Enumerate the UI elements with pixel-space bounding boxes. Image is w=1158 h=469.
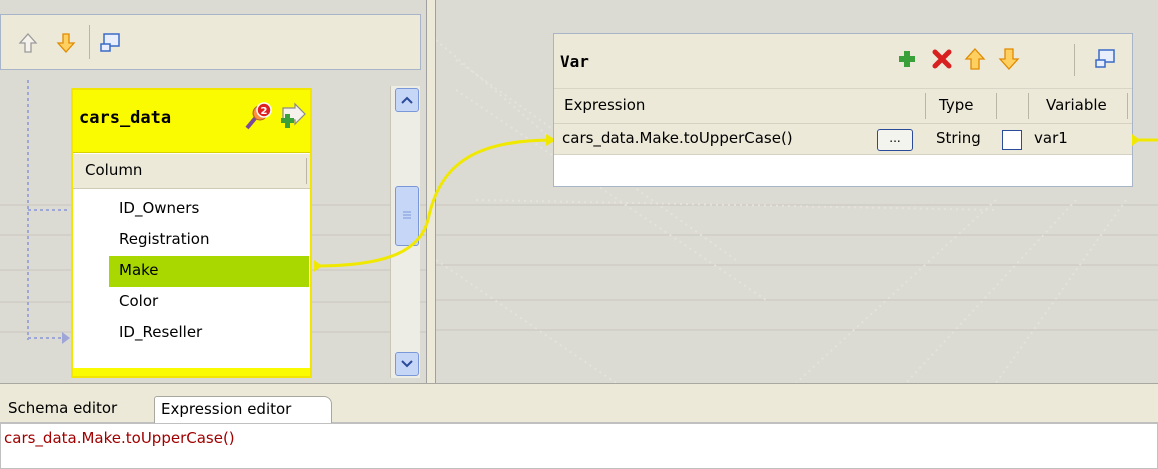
var-table-titlebar: Var bbox=[554, 34, 1132, 88]
expression-builder-button[interactable]: ... bbox=[877, 129, 913, 151]
nullable-checkbox[interactable] bbox=[1002, 130, 1022, 150]
scroll-down-button[interactable] bbox=[395, 352, 419, 376]
column-name: ID_Reseller bbox=[119, 323, 203, 341]
column-row[interactable]: Registration bbox=[73, 225, 310, 256]
tab-schema-editor[interactable]: Schema editor bbox=[2, 396, 154, 424]
variable-header: Variable bbox=[1046, 96, 1107, 114]
mapping-link bbox=[313, 134, 556, 272]
tab-expression-editor[interactable]: Expression editor bbox=[154, 396, 332, 424]
column-row[interactable]: ID_Reseller bbox=[73, 318, 310, 349]
type-cell[interactable]: String bbox=[936, 129, 981, 147]
minimize-window-icon[interactable] bbox=[1094, 48, 1116, 70]
move-up-button[interactable] bbox=[15, 29, 41, 57]
toolbar-separator bbox=[1074, 44, 1075, 76]
scroll-up-button[interactable] bbox=[395, 88, 419, 112]
filter-icon[interactable]: 2 bbox=[243, 102, 273, 132]
column-name: Make bbox=[119, 261, 159, 279]
expression-editor[interactable]: cars_data.Make.toUpperCase() bbox=[0, 423, 1158, 469]
var-row[interactable]: cars_data.Make.toUpperCase() ... String … bbox=[554, 123, 1132, 155]
header-separator bbox=[925, 93, 926, 119]
input-table-header: cars_data 2 bbox=[73, 90, 310, 153]
delete-icon[interactable] bbox=[931, 48, 953, 70]
add-icon[interactable] bbox=[896, 48, 918, 70]
minimize-window-icon bbox=[100, 33, 120, 52]
expression-editor-text[interactable]: cars_data.Make.toUpperCase() bbox=[4, 429, 235, 447]
outgoing-link bbox=[1132, 134, 1158, 146]
column-name: Registration bbox=[119, 230, 210, 248]
input-table: cars_data 2 Column ID_Owners Registratio… bbox=[71, 88, 312, 378]
column-header: Column bbox=[73, 154, 310, 189]
arrow-up-icon bbox=[18, 33, 38, 53]
input-table-footer bbox=[73, 368, 310, 376]
chevron-up-icon bbox=[401, 96, 413, 104]
column-name: Color bbox=[119, 292, 159, 310]
input-table-title: cars_data bbox=[79, 108, 172, 128]
arrow-down-icon[interactable] bbox=[998, 47, 1020, 71]
column-row-selected[interactable]: Make bbox=[109, 256, 309, 287]
input-toolbar bbox=[0, 14, 421, 70]
header-separator bbox=[996, 93, 997, 119]
filter-badge: 2 bbox=[261, 106, 268, 117]
toolbar-separator bbox=[89, 25, 90, 59]
var-table-headers: Expression Type Variable bbox=[554, 88, 1132, 123]
variable-cell[interactable]: var1 bbox=[1034, 129, 1068, 147]
arrow-up-icon[interactable] bbox=[964, 47, 986, 71]
minimize-button[interactable] bbox=[97, 29, 123, 57]
column-header-label: Column bbox=[85, 161, 143, 179]
expression-header: Expression bbox=[564, 96, 646, 114]
header-separator bbox=[1127, 93, 1128, 119]
var-table: Var Expression Type Variable cars_data.M… bbox=[553, 33, 1133, 187]
move-down-button[interactable] bbox=[53, 29, 79, 57]
column-row[interactable]: Color bbox=[73, 287, 310, 318]
column-name: ID_Owners bbox=[119, 199, 200, 217]
chevron-down-icon bbox=[401, 360, 413, 368]
add-output-icon[interactable] bbox=[279, 102, 307, 130]
column-row[interactable]: ID_Owners bbox=[73, 194, 310, 225]
arrow-down-icon bbox=[56, 33, 76, 53]
link-arrow-icon bbox=[62, 332, 70, 344]
expression-cell[interactable]: cars_data.Make.toUpperCase() bbox=[562, 129, 793, 147]
editor-tabs: Schema editor Expression editor bbox=[0, 383, 1158, 424]
header-separator bbox=[1028, 93, 1029, 119]
var-table-title: Var bbox=[560, 52, 589, 71]
type-header: Type bbox=[939, 96, 974, 114]
